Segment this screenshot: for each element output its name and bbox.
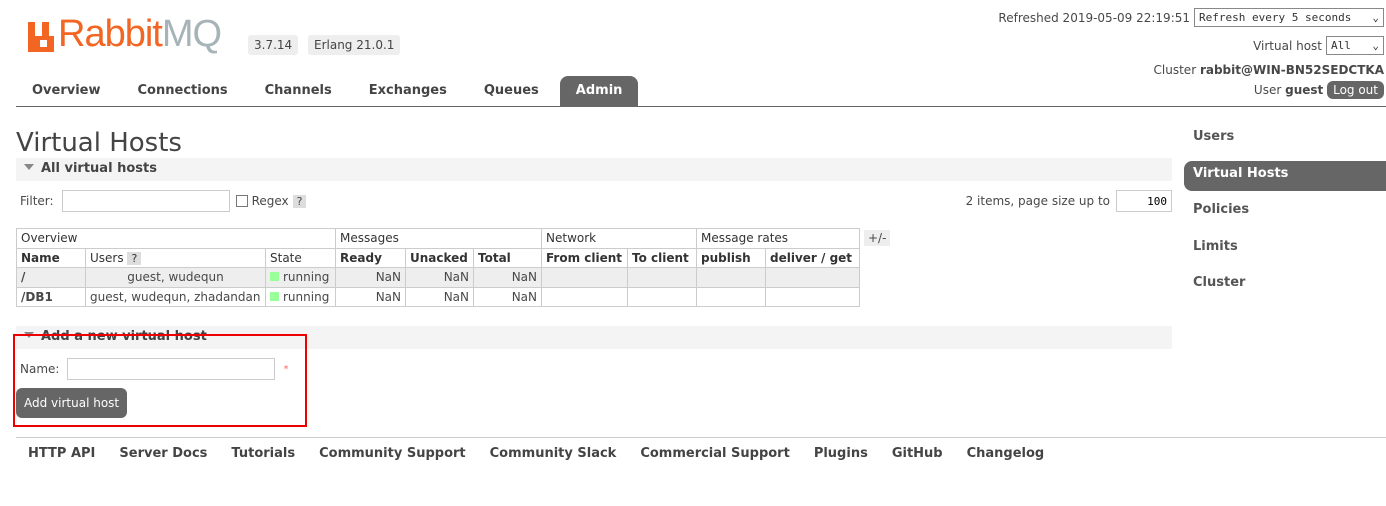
- logout-button[interactable]: Log out: [1327, 81, 1384, 99]
- publish-rate: [696, 286, 766, 307]
- state-text: running: [283, 289, 330, 304]
- tab-admin[interactable]: Admin: [559, 76, 639, 106]
- cluster-name: rabbit@WIN-BN52SEDCTKA: [1199, 63, 1384, 77]
- unacked-count: NaN: [405, 286, 474, 307]
- rabbitmq-logo-icon: [28, 22, 54, 52]
- footer-link-plugins[interactable]: Plugins: [814, 446, 868, 461]
- filter-label: Filter:: [20, 194, 54, 208]
- vhost-select-value: All: [1331, 39, 1351, 52]
- vhost-label: Virtual host: [1253, 38, 1322, 53]
- running-status-icon: [270, 272, 279, 282]
- ready-count: NaN: [335, 286, 406, 307]
- tab-queues[interactable]: Queues: [468, 76, 555, 106]
- group-messages: Messages: [335, 228, 542, 249]
- chevron-down-icon: ⌄: [1372, 11, 1379, 24]
- sidebar-item-users[interactable]: Users: [1184, 124, 1386, 154]
- vhost-state: running: [265, 267, 336, 288]
- vhost-state: running: [265, 286, 336, 307]
- tab-exchanges[interactable]: Exchanges: [353, 76, 463, 106]
- erlang-badge: Erlang 21.0.1: [308, 35, 401, 55]
- col-publish[interactable]: publish: [696, 247, 766, 268]
- col-total[interactable]: Total: [473, 247, 542, 268]
- deliver-rate: [765, 267, 860, 288]
- unacked-count: NaN: [405, 267, 474, 288]
- tab-connections[interactable]: Connections: [122, 76, 244, 106]
- from-client: [541, 267, 628, 288]
- table-row: /DB1 guest, wudequn, zhadandan running N…: [16, 286, 860, 307]
- vhost-name-link[interactable]: /: [16, 267, 86, 288]
- refreshed-time: Refreshed 2019-05-09 22:19:51: [998, 10, 1190, 25]
- col-name[interactable]: Name: [16, 247, 86, 268]
- to-client: [627, 286, 697, 307]
- vhost-select[interactable]: All ⌄: [1326, 36, 1384, 55]
- footer-link-http-api[interactable]: HTTP API: [28, 446, 95, 461]
- col-to-client[interactable]: To client: [627, 247, 697, 268]
- collapse-triangle-icon: [24, 164, 34, 170]
- to-client: [627, 267, 697, 288]
- vhost-users: guest, wudequn, zhadandan: [85, 286, 266, 307]
- group-network: Network: [541, 228, 697, 249]
- footer-link-commercial-support[interactable]: Commercial Support: [640, 446, 790, 461]
- sidebar-item-policies[interactable]: Policies: [1184, 197, 1386, 227]
- footer-link-changelog[interactable]: Changelog: [967, 446, 1045, 461]
- vhosts-table: Overview Messages Network Message rates …: [16, 228, 860, 307]
- users-help-icon[interactable]: ?: [127, 251, 142, 265]
- sidebar-item-cluster[interactable]: Cluster: [1184, 270, 1386, 300]
- rabbitmq-logo: Rabbit MQ: [28, 15, 222, 53]
- footer-link-github[interactable]: GitHub: [892, 446, 943, 461]
- footer-link-tutorials[interactable]: Tutorials: [231, 446, 295, 461]
- page-size-input[interactable]: [1116, 190, 1172, 212]
- chevron-down-icon: ⌄: [1372, 39, 1379, 52]
- state-text: running: [283, 270, 330, 285]
- user-label: User: [1253, 83, 1282, 97]
- col-state: State: [265, 247, 336, 268]
- col-ready[interactable]: Ready: [335, 247, 406, 268]
- all-vhosts-section-toggle[interactable]: All virtual hosts: [16, 158, 1172, 181]
- footer-link-community-support[interactable]: Community Support: [319, 446, 466, 461]
- col-from-client[interactable]: From client: [541, 247, 628, 268]
- cluster-label: Cluster: [1153, 63, 1197, 77]
- regex-help-icon[interactable]: ?: [292, 194, 307, 208]
- running-status-icon: [270, 291, 279, 301]
- admin-sidebar: Users Virtual Hosts Policies Limits Clus…: [1184, 124, 1386, 307]
- col-users-label: Users: [90, 250, 124, 265]
- paging-info: 2 items, page size up to: [965, 194, 1110, 208]
- version-badge: 3.7.14: [248, 35, 299, 55]
- group-overview: Overview: [16, 228, 336, 249]
- footer-links: HTTP API Server Docs Tutorials Community…: [28, 446, 1044, 461]
- user-name: guest: [1285, 83, 1324, 97]
- total-count: NaN: [473, 286, 542, 307]
- vhost-name-link[interactable]: /DB1: [16, 286, 86, 307]
- total-count: NaN: [473, 267, 542, 288]
- col-users: Users ?: [85, 247, 266, 268]
- col-deliver-get[interactable]: deliver / get: [765, 247, 860, 268]
- refresh-select-value: Refresh every 5 seconds: [1199, 11, 1352, 24]
- refresh-select[interactable]: Refresh every 5 seconds ⌄: [1194, 8, 1384, 27]
- footer-link-server-docs[interactable]: Server Docs: [119, 446, 207, 461]
- sidebar-item-virtual-hosts[interactable]: Virtual Hosts: [1184, 160, 1386, 191]
- vhost-users: guest, wudequn: [85, 267, 266, 288]
- page-title: Virtual Hosts: [16, 128, 182, 158]
- main-nav: Overview Connections Channels Exchanges …: [16, 76, 643, 106]
- publish-rate: [696, 267, 766, 288]
- ready-count: NaN: [335, 267, 406, 288]
- footer-link-community-slack[interactable]: Community Slack: [490, 446, 617, 461]
- section-title: All virtual hosts: [41, 161, 157, 176]
- filter-input[interactable]: [61, 190, 230, 212]
- regex-checkbox[interactable]: [235, 195, 248, 207]
- from-client: [541, 286, 628, 307]
- table-row: / guest, wudequn running NaN NaN NaN: [16, 267, 860, 288]
- group-message-rates: Message rates: [696, 228, 860, 249]
- tab-overview[interactable]: Overview: [16, 76, 117, 106]
- highlight-box: [13, 334, 307, 427]
- sidebar-item-limits[interactable]: Limits: [1184, 234, 1386, 264]
- footer-divider: [16, 437, 1386, 438]
- nav-divider: [16, 106, 1386, 107]
- deliver-rate: [765, 286, 860, 307]
- col-unacked[interactable]: Unacked: [405, 247, 474, 268]
- tab-channels[interactable]: Channels: [249, 76, 348, 106]
- regex-label: Regex: [251, 194, 289, 208]
- columns-toggle-button[interactable]: +/-: [864, 230, 891, 246]
